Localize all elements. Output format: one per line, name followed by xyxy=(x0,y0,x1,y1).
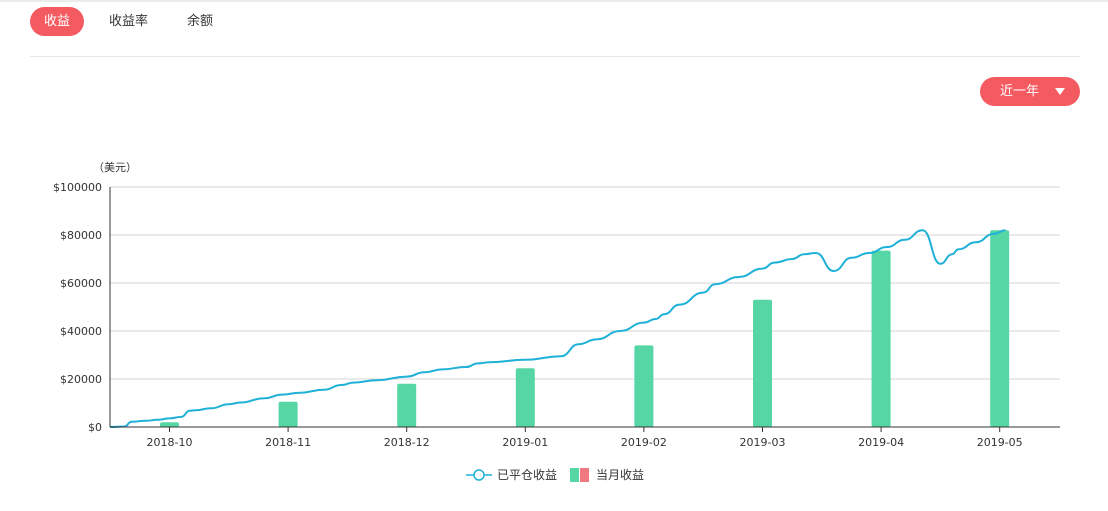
y-tick-label: $20000 xyxy=(60,373,102,386)
income-chart: （美元） $100000 $80000 $60000 $40000 $20000 $0 2… xyxy=(53,161,1060,482)
legend-label-monthly-income: 当月收益 xyxy=(596,468,644,482)
bar xyxy=(871,250,891,427)
x-tick-label: 2018-10 xyxy=(147,436,193,449)
bar xyxy=(634,345,654,427)
y-tick-label: $0 xyxy=(88,421,102,434)
x-tick-label: 2019-02 xyxy=(621,436,667,449)
y-tick-label: $60000 xyxy=(60,277,102,290)
x-tick-label: 2019-01 xyxy=(502,436,548,449)
x-tick-label: 2019-05 xyxy=(977,436,1023,449)
bar xyxy=(397,383,417,427)
legend-bar-swatch-red xyxy=(580,468,589,482)
y-tick-label: $100000 xyxy=(53,181,102,194)
y-axis-unit-label: （美元） xyxy=(93,161,137,174)
bar xyxy=(753,299,772,427)
gridlines xyxy=(110,186,1060,380)
legend[interactable]: 已平仓收益 当月收益 xyxy=(466,468,644,482)
x-tick-label: 2018-12 xyxy=(384,436,430,449)
line-path xyxy=(110,229,1006,428)
y-axis-ticks: $100000 $80000 $60000 $40000 $20000 $0 xyxy=(53,181,102,434)
x-tick-label: 2018-11 xyxy=(265,436,311,449)
x-axis-ticks: 2018-10 2018-11 2018-12 2019-01 2019-02 2019-… xyxy=(147,427,1023,449)
line-series xyxy=(110,229,1006,428)
bar-series xyxy=(160,230,1010,427)
y-tick-label: $80000 xyxy=(60,229,102,242)
axes xyxy=(109,187,1060,428)
bar xyxy=(278,401,298,427)
legend-line-marker xyxy=(473,469,485,481)
bar xyxy=(990,230,1010,427)
x-tick-label: 2019-03 xyxy=(740,436,786,449)
x-tick-label: 2019-04 xyxy=(858,436,904,449)
bar xyxy=(515,368,535,427)
bar xyxy=(160,422,179,427)
y-tick-label: $40000 xyxy=(60,325,102,338)
legend-label-closed-income: 已平仓收益 xyxy=(497,468,557,482)
legend-bar-swatch-green xyxy=(570,468,579,482)
